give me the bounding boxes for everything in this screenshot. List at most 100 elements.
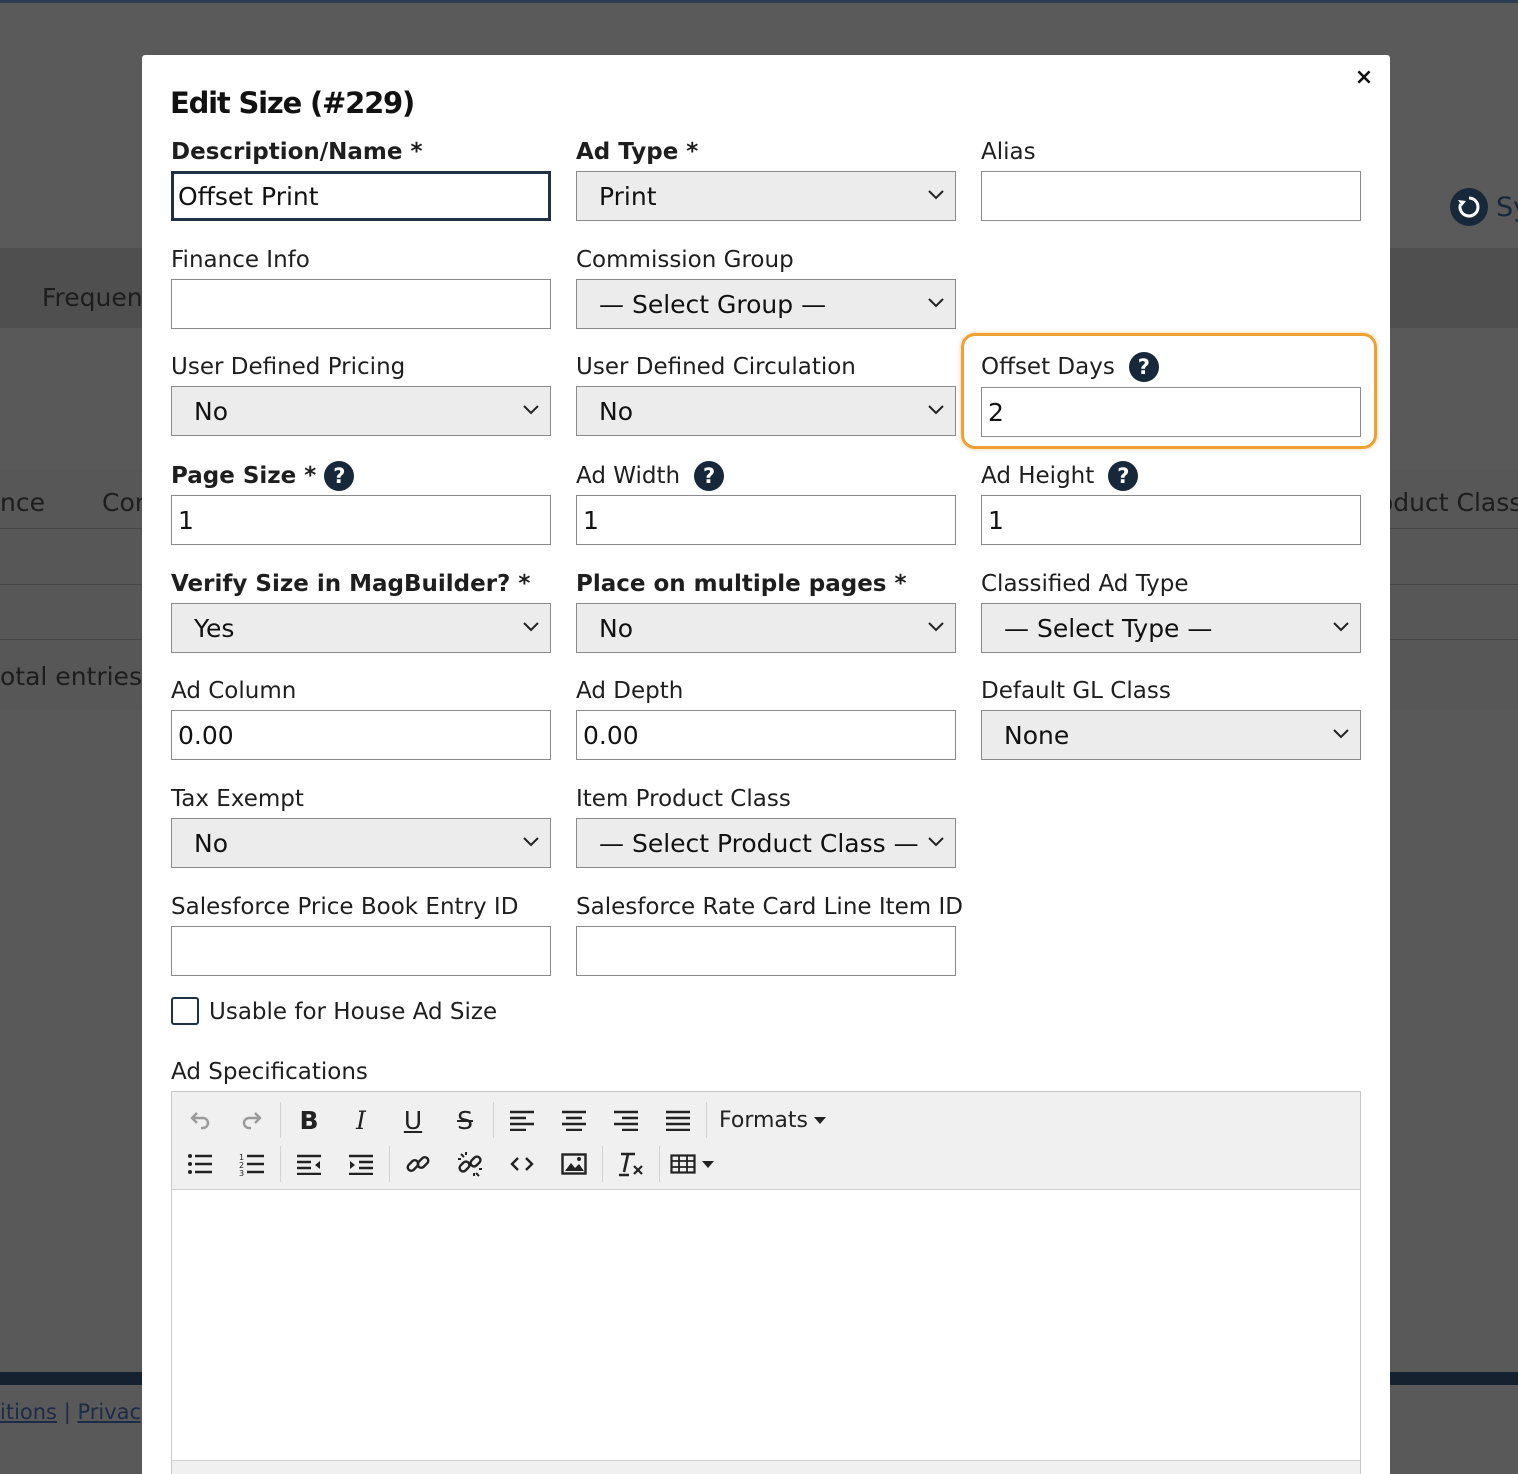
redo-icon[interactable] xyxy=(226,1100,278,1140)
underline-icon[interactable]: U xyxy=(387,1100,439,1140)
commission-group-select[interactable]: — Select Group — xyxy=(576,279,956,329)
italic-icon[interactable]: I xyxy=(335,1100,387,1140)
chevron-down-icon xyxy=(523,405,539,415)
numbered-list-icon[interactable]: 123 xyxy=(226,1144,278,1184)
toolbar-row-1: B I U S Formats xyxy=(174,1098,836,1142)
default-gl-class-label: Default GL Class xyxy=(981,678,1171,704)
modal-title: Edit Size (#229) xyxy=(170,86,415,120)
chevron-down-icon xyxy=(928,298,944,308)
caret-down-icon xyxy=(814,1116,826,1124)
toolbar-separator xyxy=(659,1146,660,1182)
ad-height-label-text: Ad Height xyxy=(981,463,1095,489)
align-right-icon[interactable] xyxy=(600,1100,652,1140)
clear-format-icon[interactable] xyxy=(605,1144,657,1184)
ad-column-label: Ad Column xyxy=(171,678,297,704)
help-icon[interactable]: ? xyxy=(1108,461,1139,491)
description-input[interactable]: Offset Print xyxy=(171,171,551,221)
toolbar-separator xyxy=(493,1102,494,1138)
chevron-down-icon xyxy=(1333,622,1349,632)
house-ad-checkbox[interactable] xyxy=(171,997,199,1025)
align-center-icon[interactable] xyxy=(548,1100,600,1140)
chevron-down-icon xyxy=(928,190,944,200)
image-icon[interactable] xyxy=(548,1144,600,1184)
sync-label: Sy xyxy=(1496,191,1518,223)
classified-ad-type-select[interactable]: — Select Type — xyxy=(981,603,1361,653)
code-icon[interactable] xyxy=(496,1144,548,1184)
toolbar-separator xyxy=(280,1146,281,1182)
chevron-down-icon xyxy=(928,622,944,632)
user-defined-circulation-value: No xyxy=(599,396,633,426)
ad-height-input[interactable]: 1 xyxy=(981,495,1361,545)
sf-rate-card-input[interactable] xyxy=(576,926,956,976)
page-size-label-text: Page Size * xyxy=(171,463,317,489)
editor-toolbar: B I U S Formats 1 2 3 xyxy=(172,1092,1360,1190)
verify-size-select[interactable]: Yes xyxy=(171,603,551,653)
classified-ad-type-label: Classified Ad Type xyxy=(981,571,1189,597)
ad-specs-editor: B I U S Formats 1 2 3 xyxy=(171,1091,1361,1474)
chevron-down-icon xyxy=(1333,729,1349,739)
ad-column-input[interactable]: 0.00 xyxy=(171,710,551,760)
offset-days-label-text: Offset Days xyxy=(981,354,1115,380)
link-icon[interactable] xyxy=(392,1144,444,1184)
ad-type-select[interactable]: Print xyxy=(576,171,956,221)
ad-depth-label: Ad Depth xyxy=(576,678,684,704)
bold-icon[interactable]: B xyxy=(283,1100,335,1140)
bullet-list-icon[interactable] xyxy=(174,1144,226,1184)
offset-days-input[interactable]: 2 xyxy=(981,387,1361,437)
footer-link-terms[interactable]: itions xyxy=(0,1400,57,1424)
tax-exempt-select[interactable]: No xyxy=(171,818,551,868)
footer-links: itions | Privacy xyxy=(0,1400,154,1424)
finance-info-label: Finance Info xyxy=(171,247,310,273)
chevron-down-icon xyxy=(523,622,539,632)
help-icon[interactable]: ? xyxy=(694,461,725,491)
description-label: Description/Name * xyxy=(171,139,423,165)
ad-width-label: Ad Width ? xyxy=(576,461,725,491)
user-defined-circulation-select[interactable]: No xyxy=(576,386,956,436)
align-left-icon[interactable] xyxy=(496,1100,548,1140)
commission-group-value: — Select Group — xyxy=(599,289,827,319)
finance-info-input[interactable] xyxy=(171,279,551,329)
ad-height-label: Ad Height ? xyxy=(981,461,1139,491)
classified-ad-type-value: — Select Type — xyxy=(1004,613,1213,643)
strikethrough-icon[interactable]: S xyxy=(439,1100,491,1140)
toolbar-row-2: 123 xyxy=(174,1142,722,1186)
chevron-down-icon xyxy=(523,837,539,847)
ad-depth-input[interactable]: 0.00 xyxy=(576,710,956,760)
item-product-class-select[interactable]: — Select Product Class — xyxy=(576,818,956,868)
caret-down-icon xyxy=(702,1160,714,1168)
footer-separator: | xyxy=(63,1400,71,1424)
undo-icon[interactable] xyxy=(174,1100,226,1140)
default-gl-class-select[interactable]: None xyxy=(981,710,1361,760)
align-justify-icon[interactable] xyxy=(652,1100,704,1140)
tax-exempt-label: Tax Exempt xyxy=(171,786,304,812)
user-defined-pricing-value: No xyxy=(194,396,228,426)
unlink-icon[interactable] xyxy=(444,1144,496,1184)
item-product-class-value: — Select Product Class — xyxy=(599,828,919,858)
close-icon[interactable]: × xyxy=(1354,66,1374,90)
alias-label: Alias xyxy=(981,139,1036,165)
verify-size-label: Verify Size in MagBuilder? * xyxy=(171,571,531,597)
help-icon[interactable]: ? xyxy=(1128,352,1159,382)
default-gl-class-value: None xyxy=(1004,720,1070,750)
help-icon[interactable]: ? xyxy=(324,461,355,491)
user-defined-pricing-select[interactable]: No xyxy=(171,386,551,436)
outdent-icon[interactable] xyxy=(283,1144,335,1184)
page-size-input[interactable]: 1 xyxy=(171,495,551,545)
indent-icon[interactable] xyxy=(335,1144,387,1184)
tab-frequency[interactable]: Frequen xyxy=(42,283,143,312)
multiple-pages-select[interactable]: No xyxy=(576,603,956,653)
column-header-left[interactable]: nce xyxy=(0,488,45,517)
table-icon[interactable] xyxy=(662,1144,722,1184)
formats-dropdown[interactable]: Formats xyxy=(709,1100,836,1140)
ad-type-label: Ad Type * xyxy=(576,139,699,165)
sf-price-book-label: Salesforce Price Book Entry ID xyxy=(171,894,519,920)
item-product-class-label: Item Product Class xyxy=(576,786,791,812)
alias-input[interactable] xyxy=(981,171,1361,221)
user-defined-circulation-label: User Defined Circulation xyxy=(576,354,856,380)
ad-width-input[interactable]: 1 xyxy=(576,495,956,545)
toolbar-separator xyxy=(389,1146,390,1182)
svg-text:3: 3 xyxy=(239,1169,244,1176)
sync-button[interactable]: Sy xyxy=(1450,188,1518,226)
column-header-product-class[interactable]: oduct Class xyxy=(1378,488,1518,517)
sf-price-book-input[interactable] xyxy=(171,926,551,976)
